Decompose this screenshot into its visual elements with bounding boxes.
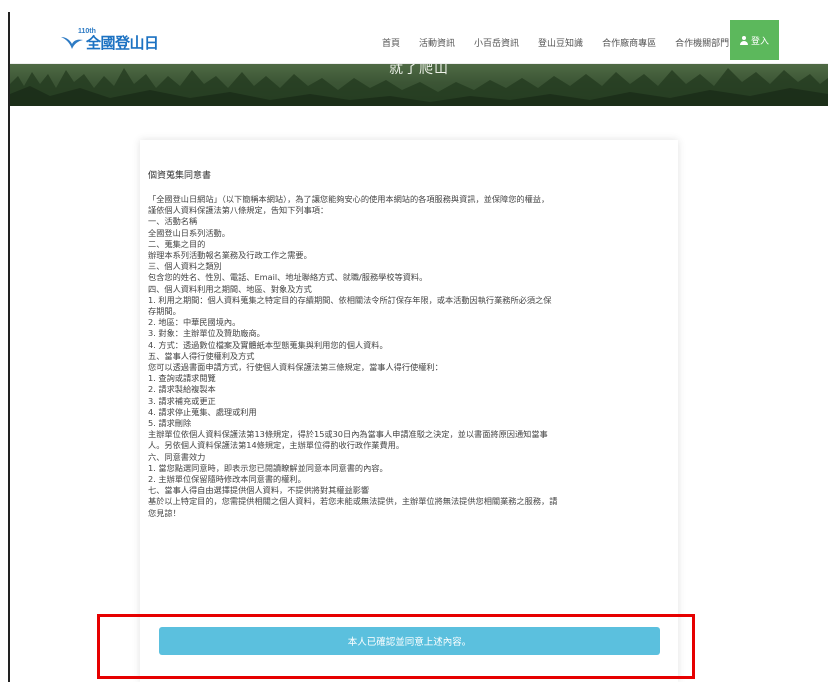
window-top-edge: [0, 0, 828, 12]
hero-banner: 就了爬山: [10, 64, 828, 106]
logo-text: 全國登山日: [86, 35, 159, 52]
login-button[interactable]: 登入: [730, 20, 779, 60]
main-nav: 首頁 活動資訊 小百岳資訊 登山豆知識 合作廠商專區 合作機關部門: [382, 20, 748, 64]
consent-card: 個資蒐集同意書 「全國登山日網站」（以下簡稱本網站），為了讓您能夠安心的使用本網…: [140, 140, 678, 682]
bird-logo-icon: [61, 37, 83, 49]
consent-body-text: 「全國登山日網站」（以下簡稱本網站），為了讓您能夠安心的使用本網站的各項服務與資…: [148, 194, 558, 518]
consent-title: 個資蒐集同意書: [148, 171, 212, 181]
nav-events[interactable]: 活動資訊: [419, 36, 455, 49]
confirm-consent-button[interactable]: 本人已確認並同意上述內容。: [159, 627, 660, 655]
user-icon: [739, 35, 748, 45]
nav-home[interactable]: 首頁: [382, 36, 400, 49]
window-left-border: [8, 12, 10, 682]
login-label: 登入: [750, 36, 769, 47]
nav-partner-vendors[interactable]: 合作廠商專區: [602, 36, 656, 49]
nav-hiking-tips[interactable]: 登山豆知識: [538, 36, 583, 49]
logo-anniversary: 110th: [78, 28, 96, 35]
nav-partner-agencies[interactable]: 合作機關部門: [675, 36, 729, 49]
site-logo[interactable]: 110th 全國登山日: [60, 28, 159, 53]
site-header: 110th 全國登山日 首頁 活動資訊 小百岳資訊 登山豆知識 合作廠商專區 合…: [10, 20, 828, 64]
nav-small-peaks[interactable]: 小百岳資訊: [474, 36, 519, 49]
banner-title: 就了爬山: [389, 64, 449, 77]
